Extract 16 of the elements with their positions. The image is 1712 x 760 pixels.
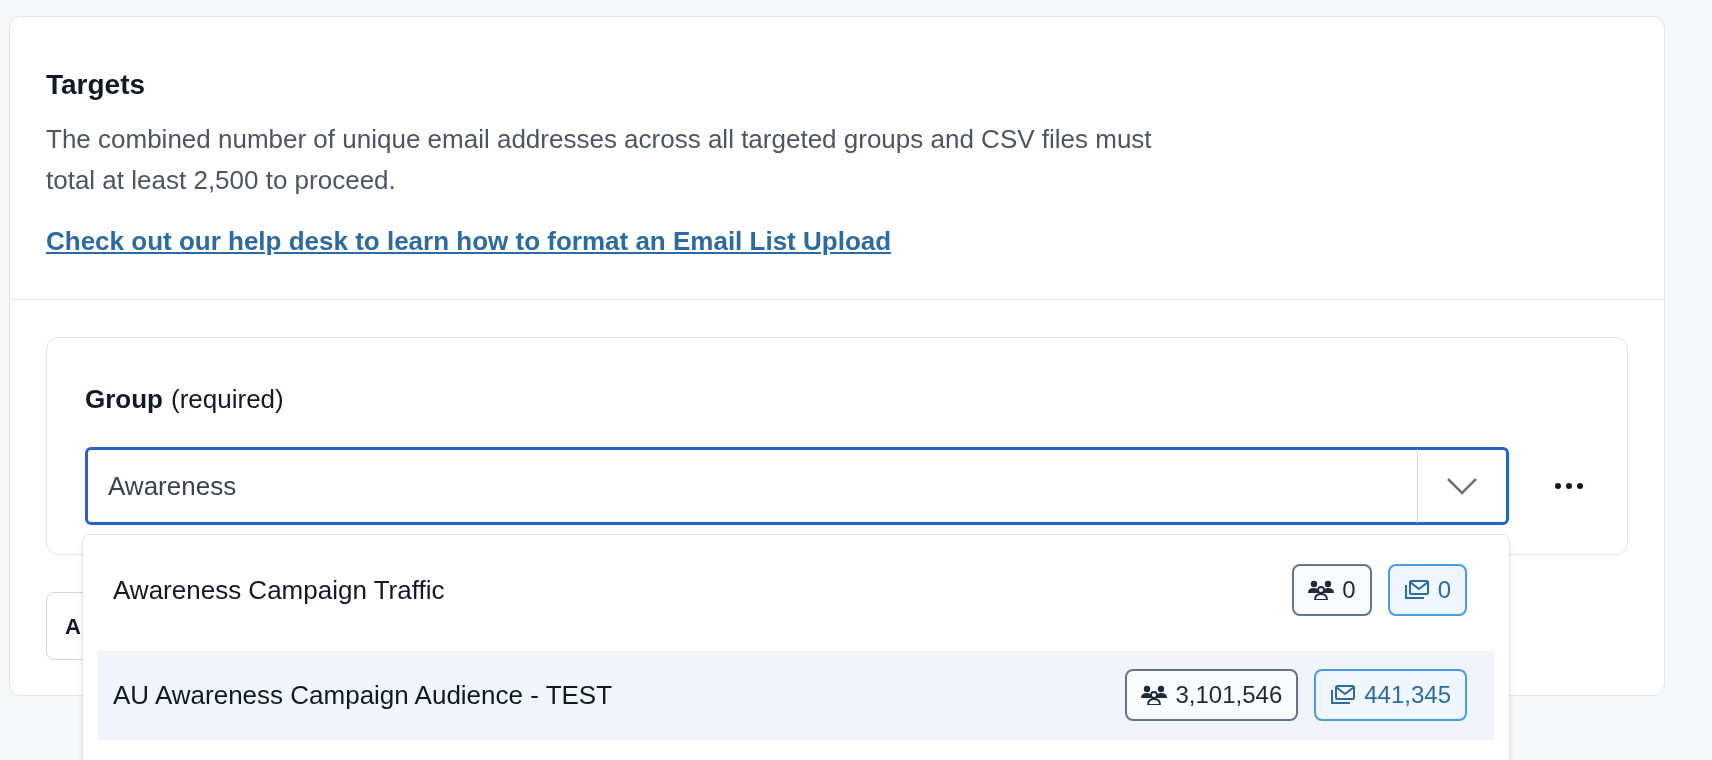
field-note: (required)	[171, 383, 284, 416]
member-count-badge: 3,101,546	[1125, 669, 1299, 721]
dropdown-option[interactable]: AU Awareness Campaign Audience - TEST 3,101,546 441,345	[97, 650, 1495, 740]
section-title: Targets	[46, 68, 147, 102]
mail-stack-icon	[1330, 684, 1357, 706]
help-link[interactable]: Check out our help desk to learn how to format an Email List Upload	[46, 223, 892, 259]
email-count-badge: 0	[1387, 564, 1467, 616]
mail-stack-icon	[1403, 579, 1430, 601]
chevron-down-icon	[1446, 477, 1478, 495]
field-label: Group	[85, 383, 163, 416]
people-icon	[1308, 580, 1335, 600]
ellipsis-icon	[1555, 483, 1583, 489]
people-icon	[1141, 685, 1168, 705]
section-description: The combined number of unique email addresses across all targeted groups and CSV files must total at least 2,500 to proceed.	[46, 123, 1153, 197]
email-count-badge: 441,345	[1314, 669, 1467, 721]
member-count-badge: 0	[1292, 564, 1372, 616]
